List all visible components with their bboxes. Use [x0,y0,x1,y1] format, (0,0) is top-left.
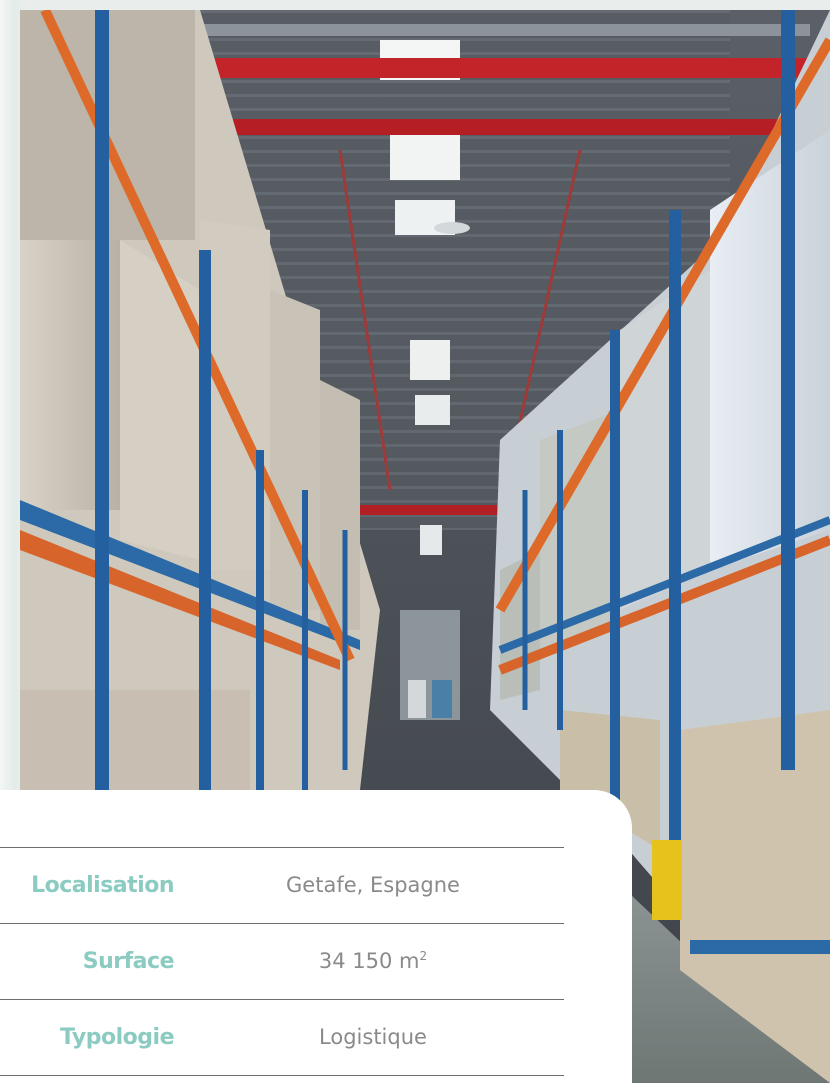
localisation-value: Getafe, Espagne [286,873,460,897]
localisation-label: Localisation [31,873,174,898]
property-details-table: Localisation Getafe, Espagne Surface 34 … [0,847,564,1076]
detail-row-typologie: Typologie Logistique [0,999,564,1076]
typologie-label: Typologie [60,1025,174,1050]
detail-row-localisation: Localisation Getafe, Espagne [0,847,564,923]
surface-value: 34 150 m2 [273,924,473,999]
surface-number: 34 150 m [318,949,420,973]
property-details-card: Localisation Getafe, Espagne Surface 34 … [0,790,632,1083]
surface-unit-exponent: 2 [419,949,428,963]
typologie-value: Logistique [319,1025,427,1049]
surface-label: Surface [82,949,175,974]
detail-row-surface: Surface 34 150 m2 [0,923,564,999]
